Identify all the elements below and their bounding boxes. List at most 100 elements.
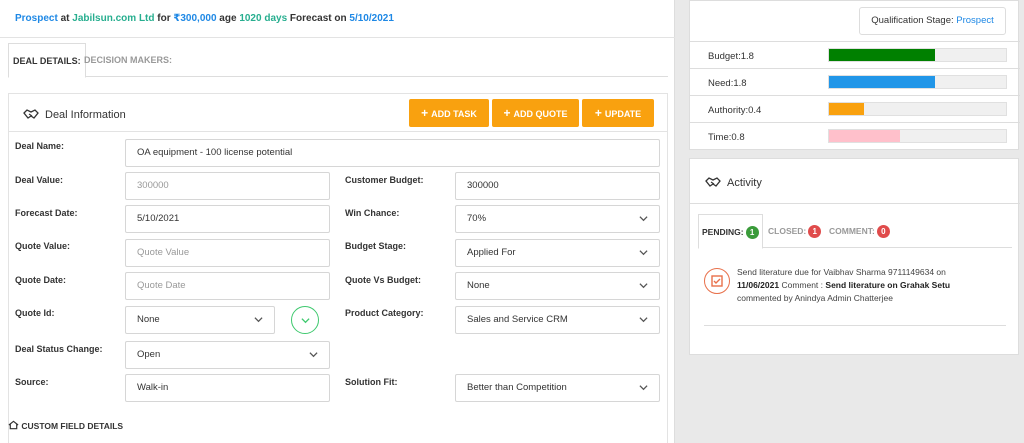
solution-fit-value: Better than Competition <box>467 382 567 393</box>
win-chance-select[interactable]: 70% <box>455 205 660 233</box>
authority-score-track <box>828 102 1007 116</box>
quote-expand-button[interactable] <box>291 306 319 334</box>
summary-at: at <box>60 13 70 24</box>
activity-author: commented by Anindya Admin Chatterjee <box>737 293 893 303</box>
plus-icon: + <box>594 106 602 120</box>
need-score-track <box>828 75 1007 89</box>
activity-comment: Send literature on Grahak Setu <box>825 280 951 290</box>
deal-information-header: Deal Information + ADD TASK + ADD QUOTE + U… <box>9 94 667 132</box>
budget-stage-value: Applied For <box>467 247 516 258</box>
deal-status-select[interactable]: Open <box>125 341 330 369</box>
time-score-label: Time:0.8 <box>708 132 745 143</box>
win-chance-label: Win Chance: <box>345 208 400 218</box>
win-chance-value: 70% <box>467 213 487 224</box>
activity-item[interactable]: Send literature due for Vaibhav Sharma 9… <box>704 264 1006 326</box>
summary-age-label: age <box>219 13 237 24</box>
customer-budget-input[interactable]: 300000 <box>455 172 660 200</box>
handshake-icon <box>23 109 39 119</box>
plus-icon: + <box>503 106 511 120</box>
chevron-down-icon <box>301 318 310 324</box>
deal-summary-bar: Prospect at Jabilsun.com Ltd for ₹300,00… <box>0 0 675 38</box>
activity-text: Send literature due for Vaibhav Sharma 9… <box>737 266 1002 305</box>
tab-comment[interactable]: COMMENT: 0 <box>826 214 893 249</box>
add-task-label: ADD TASK <box>431 109 477 119</box>
closed-count-badge: 1 <box>808 225 822 239</box>
tab-closed[interactable]: CLOSED: 1 <box>765 214 824 249</box>
quote-vs-budget-value: None <box>467 280 490 291</box>
update-button[interactable]: + UPDATE <box>582 99 654 127</box>
source-input[interactable]: Walk-in <box>125 374 330 402</box>
activity-title: Activity <box>727 177 762 189</box>
product-category-select[interactable]: Sales and Service CRM <box>455 306 660 334</box>
tab-deal-details[interactable]: DEAL DETAILS: <box>8 43 86 78</box>
comment-tab-label: COMMENT: <box>829 226 875 236</box>
custom-field-details-toggle[interactable]: CUSTOM FIELD DETAILS <box>8 420 123 431</box>
company-name[interactable]: Jabilsun.com Ltd <box>72 13 154 24</box>
closed-tab-label: CLOSED: <box>768 226 807 236</box>
pending-tab-label: PENDING: <box>702 227 744 237</box>
deal-age: 1020 days <box>239 13 288 24</box>
chevron-down-icon <box>639 216 648 222</box>
budget-score-bar <box>829 49 935 61</box>
deal-value-input[interactable]: 300000 <box>125 172 330 200</box>
deal-value-label: Deal Value: <box>15 175 64 185</box>
update-label: UPDATE <box>604 109 642 119</box>
forecast-date-input[interactable]: 5/10/2021 <box>125 205 330 233</box>
handshake-icon <box>705 177 721 187</box>
activity-card: Activity PENDING: 1 CLOSED: 1 COMMENT: 0 Se… <box>689 158 1020 355</box>
time-score-bar <box>829 130 900 142</box>
add-task-button[interactable]: + ADD TASK <box>409 99 489 127</box>
comment-count-badge: 0 <box>876 225 890 239</box>
solution-fit-label: Solution Fit: <box>345 377 398 387</box>
summary-for: for <box>157 13 171 24</box>
activity-task-text: Send literature due for Vaibhav Sharma 9… <box>737 267 946 277</box>
quote-vs-budget-label: Quote Vs Budget: <box>345 275 421 285</box>
deal-summary: Prospect at Jabilsun.com Ltd for ₹300,00… <box>15 13 394 24</box>
deal-name-input[interactable]: OA equipment - 100 license potential <box>125 139 660 167</box>
chevron-down-icon <box>639 385 648 391</box>
quote-id-value: None <box>137 314 160 325</box>
quote-vs-budget-select[interactable]: None <box>455 272 660 300</box>
pending-count-badge: 1 <box>745 226 759 240</box>
deal-information-title: Deal Information <box>45 109 126 121</box>
home-icon <box>8 420 19 430</box>
tab-decision-makers[interactable]: DECISION MAKERS: <box>80 43 176 78</box>
deal-amount: ₹300,000 <box>173 13 217 24</box>
product-category-label: Product Category: <box>345 308 424 318</box>
forecast-date-label: Forecast Date: <box>15 208 78 218</box>
budget-score-label: Budget:1.8 <box>708 51 754 62</box>
chevron-down-icon <box>639 283 648 289</box>
summary-forecast-label: Forecast on <box>289 13 347 24</box>
need-score-label: Need:1.8 <box>708 78 747 89</box>
qualification-stage-label: Qualification Stage: <box>871 15 954 26</box>
qualification-card: Qualification Stage: Prospect Budget:1.8… <box>689 0 1020 150</box>
deal-name-label: Deal Name: <box>15 141 65 151</box>
quote-date-label: Quote Date: <box>15 275 67 285</box>
solution-fit-select[interactable]: Better than Competition <box>455 374 660 402</box>
budget-stage-label: Budget Stage: <box>345 241 407 251</box>
source-label: Source: <box>15 377 49 387</box>
quote-date-input[interactable]: Quote Date <box>125 272 330 300</box>
bant-row-time: Time:0.8 <box>690 122 1020 149</box>
product-category-value: Sales and Service CRM <box>467 314 568 325</box>
budget-score-track <box>828 48 1007 62</box>
deal-status-label: Deal Status Change: <box>15 344 103 354</box>
deal-stage: Prospect <box>15 13 58 24</box>
chevron-down-icon <box>254 317 263 323</box>
add-quote-label: ADD QUOTE <box>513 109 568 119</box>
quote-id-select[interactable]: None <box>125 306 275 334</box>
forecast-date: 5/10/2021 <box>349 13 394 24</box>
task-icon <box>704 268 730 294</box>
plus-icon: + <box>421 106 429 120</box>
add-quote-button[interactable]: + ADD QUOTE <box>492 99 579 127</box>
budget-stage-select[interactable]: Applied For <box>455 239 660 267</box>
activity-header: Activity <box>690 159 1020 204</box>
quote-value-input[interactable]: Quote Value <box>125 239 330 267</box>
tab-pending[interactable]: PENDING: 1 <box>698 214 763 249</box>
qualification-stage-button[interactable]: Qualification Stage: Prospect <box>859 7 1006 35</box>
custom-field-details-label: CUSTOM FIELD DETAILS <box>21 421 124 431</box>
bant-row-authority: Authority:0.4 <box>690 95 1020 122</box>
chevron-down-icon <box>309 352 318 358</box>
qualification-stage-value: Prospect <box>956 15 994 26</box>
need-score-bar <box>829 76 935 88</box>
